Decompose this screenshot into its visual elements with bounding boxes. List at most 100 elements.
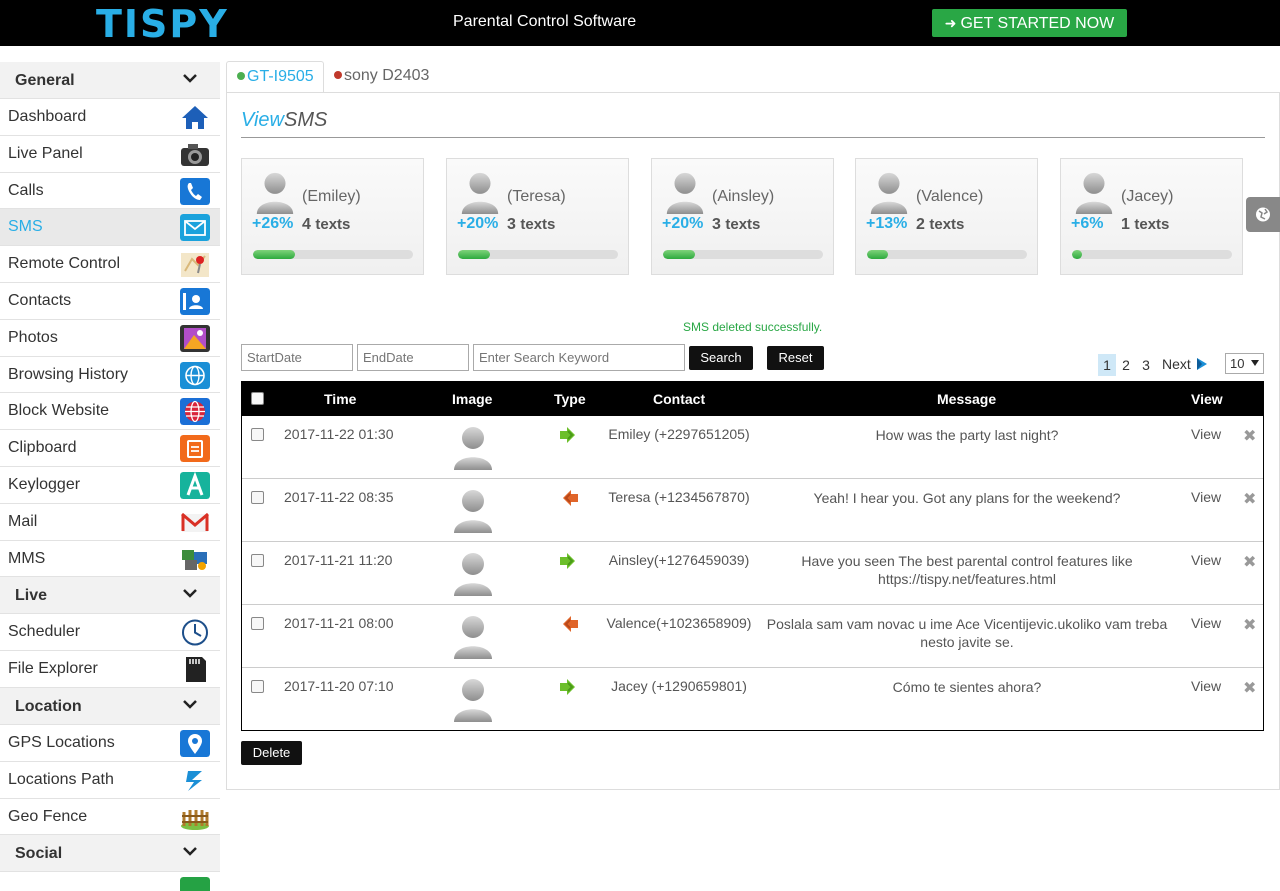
- sidebar-item-gps-locations[interactable]: GPS Locations: [0, 724, 220, 762]
- side-globe-button[interactable]: [1246, 197, 1280, 232]
- globe-icon: [180, 361, 210, 389]
- sidebar-item-photos[interactable]: Photos: [0, 319, 220, 357]
- sidebar-item-remote-control[interactable]: Remote Control: [0, 246, 220, 283]
- card-progress-bar: [458, 250, 618, 259]
- tab-device-gt-i9505[interactable]: GT-I9505: [226, 61, 324, 93]
- page-size-select[interactable]: 10: [1225, 353, 1264, 374]
- page-3-link[interactable]: 3: [1137, 354, 1155, 376]
- sidebar-item-locations-path[interactable]: Locations Path: [0, 761, 220, 799]
- avatar: [453, 550, 493, 596]
- sidebar-item-mail[interactable]: Mail: [0, 503, 220, 541]
- sidebar-group-label: Live: [15, 587, 48, 605]
- card-unit: texts: [725, 216, 761, 233]
- end-date-input[interactable]: [357, 344, 469, 371]
- sidebar-item-keylogger[interactable]: Keylogger: [0, 466, 220, 504]
- offline-dot-icon: [334, 71, 342, 79]
- chevron-down-icon: [183, 74, 197, 83]
- next-arrow-icon[interactable]: [1196, 357, 1208, 371]
- sidebar-group-live[interactable]: Live: [0, 577, 220, 615]
- sidebar-item-clipboard[interactable]: Clipboard: [0, 430, 220, 467]
- page-title-suffix: SMS: [284, 109, 328, 131]
- sidebar-item-mms[interactable]: MMS: [0, 540, 220, 578]
- row-checkbox[interactable]: [251, 617, 264, 630]
- delete-row-icon[interactable]: ✖: [1243, 489, 1256, 509]
- row-time: 2017-11-21 11:20: [284, 552, 393, 568]
- delete-row-icon[interactable]: ✖: [1243, 552, 1256, 572]
- card-text-count: 2 texts: [916, 216, 964, 234]
- sidebar-item-block-website[interactable]: Block Website: [0, 393, 220, 431]
- contact-card[interactable]: (Valence) +13% 2 texts: [855, 158, 1038, 275]
- col-view: View: [1191, 391, 1223, 407]
- select-all-checkbox[interactable]: [251, 392, 264, 405]
- row-message: Poslala sam vam novac u ime Ace Vicentij…: [766, 616, 1168, 650]
- sidebar-item-calls[interactable]: Calls: [0, 172, 220, 210]
- get-started-button[interactable]: ➜ GET STARTED NOW: [932, 9, 1127, 37]
- sidebar-item-label: Geo Fence: [8, 807, 88, 825]
- next-page-link[interactable]: Next: [1162, 356, 1191, 372]
- table-row: 2017-11-21 11:20 Ainsley(+1276459039) Have…: [242, 542, 1263, 605]
- row-view-link[interactable]: View: [1191, 489, 1221, 505]
- page-1-link[interactable]: 1: [1098, 354, 1116, 376]
- delete-button[interactable]: Delete: [241, 741, 302, 765]
- row-view-link[interactable]: View: [1191, 426, 1221, 442]
- sidebar-item-browsing-history[interactable]: Browsing History: [0, 356, 220, 394]
- sign-in-icon: ➜: [944, 15, 957, 31]
- outgoing-arrow-icon: [560, 553, 575, 569]
- tispy-logo[interactable]: TISPY: [96, 4, 229, 44]
- row-contact: Valence(+1023658909): [606, 615, 752, 631]
- row-message: Have you seen The best parental control …: [801, 553, 1133, 587]
- outgoing-arrow-icon: [560, 427, 575, 443]
- avatar: [453, 613, 493, 659]
- avatar: [460, 170, 500, 214]
- row-checkbox[interactable]: [251, 491, 264, 504]
- contact-card[interactable]: (Jacey) +6% 1 texts: [1060, 158, 1243, 275]
- avatar: [453, 676, 493, 722]
- sidebar-item-contacts[interactable]: Contacts: [0, 282, 220, 320]
- row-checkbox[interactable]: [251, 554, 264, 567]
- delete-row-icon[interactable]: ✖: [1243, 426, 1256, 446]
- start-date-input[interactable]: [241, 344, 353, 371]
- avatar: [869, 170, 909, 214]
- sidebar-group-social[interactable]: Social: [0, 835, 220, 873]
- row-view-link[interactable]: View: [1191, 552, 1221, 568]
- card-percentage: +20%: [457, 215, 499, 232]
- sidebar-item-geo-fence[interactable]: Geo Fence: [0, 798, 220, 836]
- col-time: Time: [324, 391, 357, 407]
- row-checkbox[interactable]: [251, 428, 264, 441]
- sidebar-group-location[interactable]: Location: [0, 687, 220, 725]
- envelope-icon: [180, 214, 210, 242]
- avatar-icon: [454, 553, 492, 596]
- row-view-link[interactable]: View: [1191, 615, 1221, 631]
- sidebar-item-social-first[interactable]: [0, 872, 220, 891]
- page-2-link[interactable]: 2: [1117, 354, 1135, 376]
- contact-card[interactable]: (Emiley) +26% 4 texts: [241, 158, 424, 275]
- sidebar-group-general[interactable]: General: [0, 62, 220, 99]
- sidebar-item-dashboard[interactable]: Dashboard: [0, 99, 220, 136]
- contact-card[interactable]: (Teresa) +20% 3 texts: [446, 158, 629, 275]
- sidebar-item-label: Scheduler: [8, 623, 81, 641]
- card-count: 4: [302, 216, 311, 233]
- delete-row-icon[interactable]: ✖: [1243, 615, 1256, 635]
- row-view-link[interactable]: View: [1191, 678, 1221, 694]
- top-bar: TISPY Parental Control Software ➜ GET STA…: [0, 0, 1280, 46]
- avatar: [1074, 170, 1114, 214]
- reset-button[interactable]: Reset: [767, 346, 824, 370]
- sidebar-item-label: Live Panel: [8, 144, 83, 162]
- clipboard-icon: [180, 435, 210, 463]
- sidebar-item-scheduler[interactable]: Scheduler: [0, 614, 220, 652]
- delete-row-icon[interactable]: ✖: [1243, 678, 1256, 698]
- contact-card[interactable]: (Ainsley) +20% 3 texts: [651, 158, 834, 275]
- sidebar-item-sms[interactable]: SMS: [0, 209, 220, 247]
- tab-device-sony-d2403[interactable]: sony D2403: [334, 61, 454, 93]
- search-button[interactable]: Search: [689, 346, 753, 370]
- col-type: Type: [554, 391, 586, 407]
- sidebar: General Dashboard Live Panel Calls SMS R…: [0, 62, 220, 891]
- card-count: 1: [1121, 216, 1130, 233]
- sidebar-item-live-panel[interactable]: Live Panel: [0, 135, 220, 173]
- incoming-arrow-icon: [563, 490, 578, 506]
- row-checkbox[interactable]: [251, 680, 264, 693]
- card-contact-name: (Ainsley): [712, 188, 775, 205]
- sidebar-item-file-explorer[interactable]: File Explorer: [0, 651, 220, 688]
- search-keyword-input[interactable]: [473, 344, 685, 371]
- sidebar-item-label: Dashboard: [8, 108, 87, 125]
